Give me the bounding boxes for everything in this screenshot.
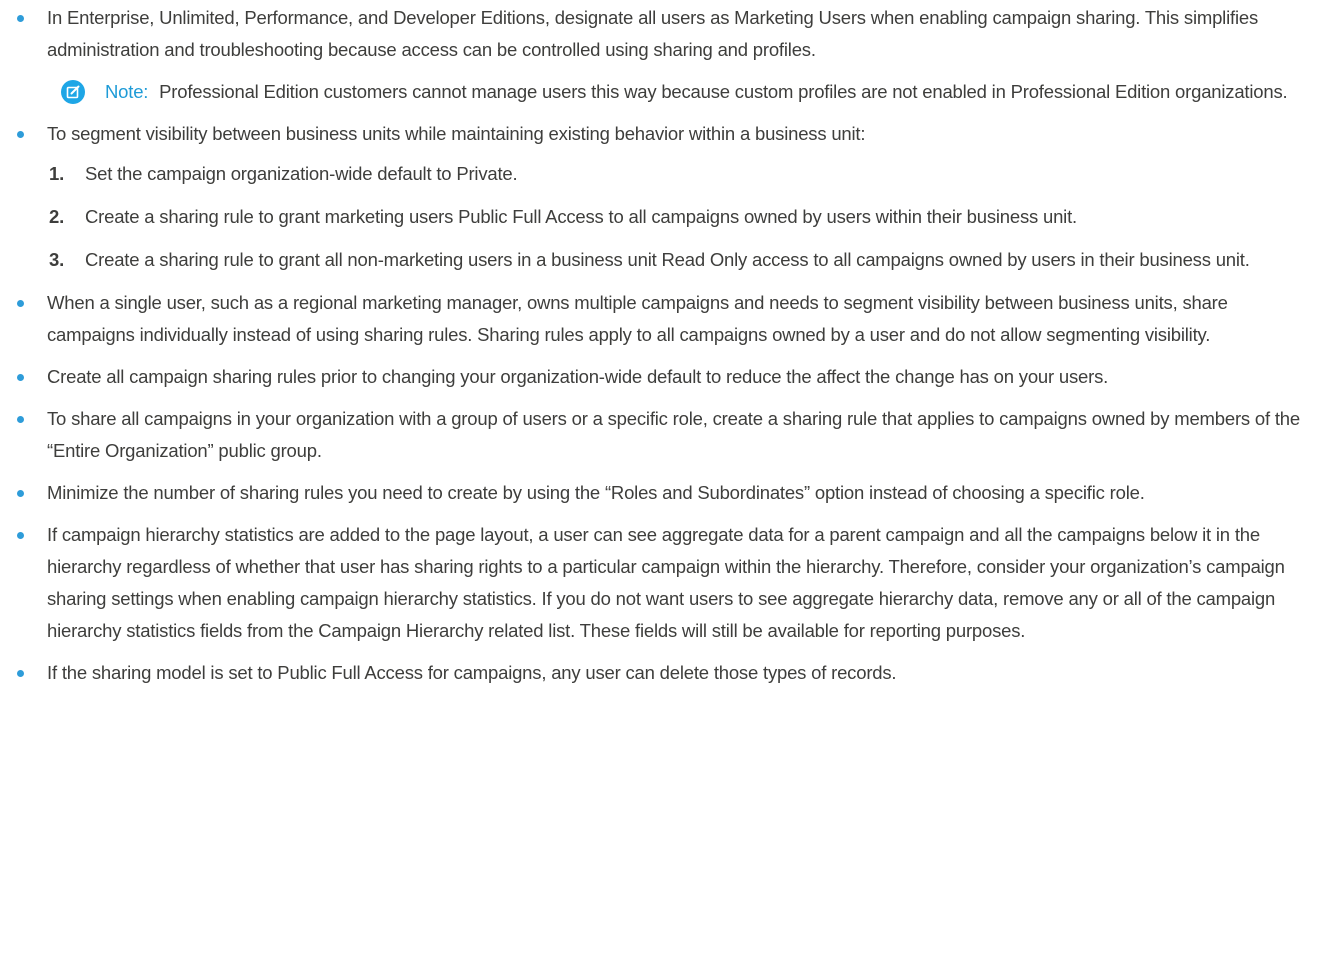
bullet-icon [17, 490, 24, 497]
list-item: Minimize the number of sharing rules you… [17, 477, 1310, 509]
note-label: Note: [105, 81, 149, 102]
list-item-text: In Enterprise, Unlimited, Performance, a… [47, 7, 1258, 60]
step-text: Create a sharing rule to grant all non-m… [85, 249, 1250, 270]
bullet-icon [17, 15, 24, 22]
list-item-text: If campaign hierarchy statistics are add… [47, 524, 1285, 641]
document-page: In Enterprise, Unlimited, Performance, a… [0, 0, 1320, 968]
step-text: Create a sharing rule to grant marketing… [85, 206, 1077, 227]
bullet-icon [17, 670, 24, 677]
list-item: When a single user, such as a regional m… [17, 287, 1310, 351]
note-box: Note: Professional Edition customers can… [47, 76, 1310, 108]
list-item-text: Minimize the number of sharing rules you… [47, 482, 1145, 503]
list-item: To segment visibility between business u… [17, 118, 1310, 276]
step-number: 1. [49, 163, 65, 184]
steps-list: 1. Set the campaign organization-wide de… [47, 158, 1310, 276]
bullet-icon [17, 300, 24, 307]
bullet-list: In Enterprise, Unlimited, Performance, a… [17, 2, 1310, 689]
bullet-icon [17, 416, 24, 423]
bullet-icon [17, 374, 24, 381]
step-item: 1. Set the campaign organization-wide de… [47, 158, 1310, 190]
bullet-icon [17, 131, 24, 138]
list-item: In Enterprise, Unlimited, Performance, a… [17, 2, 1310, 108]
edit-note-icon [61, 80, 85, 104]
step-text: Set the campaign organization-wide defau… [85, 163, 518, 184]
list-item: If campaign hierarchy statistics are add… [17, 519, 1310, 647]
step-number: 3. [49, 249, 65, 270]
list-item-text: When a single user, such as a regional m… [47, 292, 1228, 345]
list-item: To share all campaigns in your organizat… [17, 403, 1310, 467]
list-item-text: Create all campaign sharing rules prior … [47, 366, 1109, 387]
list-item-text: To share all campaigns in your organizat… [47, 408, 1300, 461]
list-item-text: If the sharing model is set to Public Fu… [47, 662, 897, 683]
list-item-text: To segment visibility between business u… [47, 123, 866, 144]
note-text: Professional Edition customers cannot ma… [159, 81, 1288, 102]
step-item: 3. Create a sharing rule to grant all no… [47, 244, 1310, 276]
list-item: Create all campaign sharing rules prior … [17, 361, 1310, 393]
bullet-icon [17, 532, 24, 539]
list-item: If the sharing model is set to Public Fu… [17, 657, 1310, 689]
step-item: 2. Create a sharing rule to grant market… [47, 201, 1310, 233]
step-number: 2. [49, 206, 65, 227]
